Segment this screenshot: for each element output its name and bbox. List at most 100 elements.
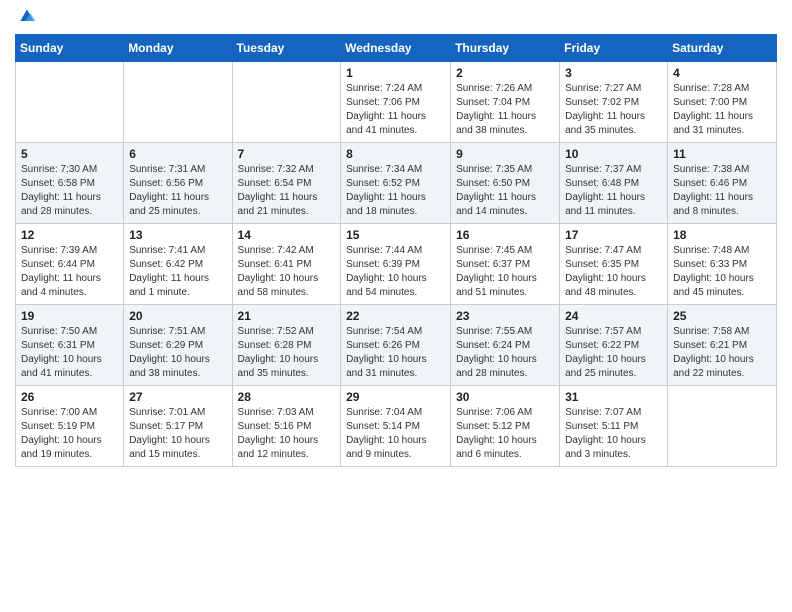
calendar-cell: 16Sunrise: 7:45 AM Sunset: 6:37 PM Dayli… [451, 224, 560, 305]
day-number: 18 [673, 228, 771, 242]
day-info: Sunrise: 7:52 AM Sunset: 6:28 PM Dayligh… [238, 325, 336, 381]
day-number: 14 [238, 228, 336, 242]
calendar-cell: 27 Sunrise: 7:01 AM Sunset: 5:17 PM Dayli… [124, 386, 232, 467]
calendar-cell: 19Sunrise: 7:50 AM Sunset: 6:31 PM Dayli… [16, 305, 124, 386]
day-number: 6 [129, 147, 226, 161]
day-info: Sunrise: 7:50 AM Sunset: 6:31 PM Dayligh… [21, 325, 118, 381]
day-number: 8 [346, 147, 445, 161]
calendar-cell: 2Sunrise: 7:26 AM Sunset: 7:04 PM Daylig… [451, 62, 560, 143]
calendar-cell: 17 Sunrise: 7:47 AM Sunset: 6:35 PM Dayli… [560, 224, 668, 305]
day-info: Sunrise: 7:55 AM Sunset: 6:24 PM Dayligh… [456, 325, 554, 381]
calendar-week-row: 19Sunrise: 7:50 AM Sunset: 6:31 PM Dayli… [16, 305, 777, 386]
day-info: Sunrise: 7:45 AM Sunset: 6:37 PM Dayligh… [456, 244, 554, 300]
calendar-cell: 1 Sunrise: 7:24 AM Sunset: 7:06 PM Daylig… [341, 62, 451, 143]
day-of-week-header: Thursday [451, 35, 560, 62]
calendar-cell: 21 Sunrise: 7:52 AM Sunset: 6:28 PM Dayli… [232, 305, 341, 386]
day-info: Sunrise: 7:28 AM Sunset: 7:00 PM Dayligh… [673, 82, 771, 138]
day-info: Sunrise: 7:39 AM Sunset: 6:44 PM Dayligh… [21, 244, 118, 300]
day-info: Sunrise: 7:54 AM Sunset: 6:26 PM Dayligh… [346, 325, 445, 381]
day-of-week-header: Friday [560, 35, 668, 62]
calendar-header-row: SundayMondayTuesdayWednesdayThursdayFrid… [16, 35, 777, 62]
calendar-cell: 20Sunrise: 7:51 AM Sunset: 6:29 PM Dayli… [124, 305, 232, 386]
day-number: 7 [238, 147, 336, 161]
calendar-cell: 31 Sunrise: 7:07 AM Sunset: 5:11 PM Dayli… [560, 386, 668, 467]
day-number: 4 [673, 66, 771, 80]
day-number: 23 [456, 309, 554, 323]
logo-icon [17, 6, 37, 26]
day-info: Sunrise: 7:41 AM Sunset: 6:42 PM Dayligh… [129, 244, 226, 300]
day-of-week-header: Wednesday [341, 35, 451, 62]
day-info: Sunrise: 7:00 AM Sunset: 5:19 PM Dayligh… [21, 406, 118, 462]
day-info: Sunrise: 7:47 AM Sunset: 6:35 PM Dayligh… [565, 244, 662, 300]
day-info: Sunrise: 7:31 AM Sunset: 6:56 PM Dayligh… [129, 163, 226, 219]
calendar-cell: 22 Sunrise: 7:54 AM Sunset: 6:26 PM Dayli… [341, 305, 451, 386]
day-info: Sunrise: 7:44 AM Sunset: 6:39 PM Dayligh… [346, 244, 445, 300]
calendar-cell: 30 Sunrise: 7:06 AM Sunset: 5:12 PM Dayli… [451, 386, 560, 467]
day-of-week-header: Saturday [668, 35, 777, 62]
calendar-cell: 12 Sunrise: 7:39 AM Sunset: 6:44 PM Dayli… [16, 224, 124, 305]
day-number: 26 [21, 390, 118, 404]
calendar-cell: 15 Sunrise: 7:44 AM Sunset: 6:39 PM Dayli… [341, 224, 451, 305]
day-number: 10 [565, 147, 662, 161]
calendar-cell: 24 Sunrise: 7:57 AM Sunset: 6:22 PM Dayli… [560, 305, 668, 386]
day-number: 1 [346, 66, 445, 80]
day-info: Sunrise: 7:37 AM Sunset: 6:48 PM Dayligh… [565, 163, 662, 219]
day-number: 25 [673, 309, 771, 323]
day-number: 17 [565, 228, 662, 242]
day-number: 29 [346, 390, 445, 404]
calendar-cell [124, 62, 232, 143]
calendar-week-row: 26 Sunrise: 7:00 AM Sunset: 5:19 PM Dayli… [16, 386, 777, 467]
day-number: 5 [21, 147, 118, 161]
day-number: 3 [565, 66, 662, 80]
calendar-cell: 7 Sunrise: 7:32 AM Sunset: 6:54 PM Daylig… [232, 143, 341, 224]
calendar-cell: 29 Sunrise: 7:04 AM Sunset: 5:14 PM Dayli… [341, 386, 451, 467]
calendar-cell: 25Sunrise: 7:58 AM Sunset: 6:21 PM Dayli… [668, 305, 777, 386]
day-info: Sunrise: 7:30 AM Sunset: 6:58 PM Dayligh… [21, 163, 118, 219]
day-info: Sunrise: 7:27 AM Sunset: 7:02 PM Dayligh… [565, 82, 662, 138]
day-number: 15 [346, 228, 445, 242]
calendar-week-row: 5 Sunrise: 7:30 AM Sunset: 6:58 PM Daylig… [16, 143, 777, 224]
day-of-week-header: Tuesday [232, 35, 341, 62]
calendar-cell: 23 Sunrise: 7:55 AM Sunset: 6:24 PM Dayli… [451, 305, 560, 386]
day-info: Sunrise: 7:35 AM Sunset: 6:50 PM Dayligh… [456, 163, 554, 219]
day-number: 28 [238, 390, 336, 404]
day-number: 27 [129, 390, 226, 404]
day-info: Sunrise: 7:26 AM Sunset: 7:04 PM Dayligh… [456, 82, 554, 138]
day-number: 21 [238, 309, 336, 323]
day-info: Sunrise: 7:34 AM Sunset: 6:52 PM Dayligh… [346, 163, 445, 219]
day-info: Sunrise: 7:48 AM Sunset: 6:33 PM Dayligh… [673, 244, 771, 300]
calendar-cell: 28Sunrise: 7:03 AM Sunset: 5:16 PM Dayli… [232, 386, 341, 467]
calendar-cell: 5 Sunrise: 7:30 AM Sunset: 6:58 PM Daylig… [16, 143, 124, 224]
calendar-cell [16, 62, 124, 143]
day-number: 11 [673, 147, 771, 161]
day-info: Sunrise: 7:01 AM Sunset: 5:17 PM Dayligh… [129, 406, 226, 462]
day-number: 31 [565, 390, 662, 404]
day-info: Sunrise: 7:38 AM Sunset: 6:46 PM Dayligh… [673, 163, 771, 219]
page-header [15, 10, 777, 26]
day-number: 9 [456, 147, 554, 161]
calendar-table: SundayMondayTuesdayWednesdayThursdayFrid… [15, 34, 777, 467]
day-info: Sunrise: 7:07 AM Sunset: 5:11 PM Dayligh… [565, 406, 662, 462]
day-number: 13 [129, 228, 226, 242]
calendar-week-row: 1 Sunrise: 7:24 AM Sunset: 7:06 PM Daylig… [16, 62, 777, 143]
day-info: Sunrise: 7:42 AM Sunset: 6:41 PM Dayligh… [238, 244, 336, 300]
calendar-cell: 11 Sunrise: 7:38 AM Sunset: 6:46 PM Dayli… [668, 143, 777, 224]
calendar-cell: 13 Sunrise: 7:41 AM Sunset: 6:42 PM Dayli… [124, 224, 232, 305]
day-number: 24 [565, 309, 662, 323]
day-info: Sunrise: 7:32 AM Sunset: 6:54 PM Dayligh… [238, 163, 336, 219]
calendar-cell: 26 Sunrise: 7:00 AM Sunset: 5:19 PM Dayli… [16, 386, 124, 467]
calendar-cell: 14 Sunrise: 7:42 AM Sunset: 6:41 PM Dayli… [232, 224, 341, 305]
day-info: Sunrise: 7:51 AM Sunset: 6:29 PM Dayligh… [129, 325, 226, 381]
day-info: Sunrise: 7:04 AM Sunset: 5:14 PM Dayligh… [346, 406, 445, 462]
calendar-cell: 18 Sunrise: 7:48 AM Sunset: 6:33 PM Dayli… [668, 224, 777, 305]
day-info: Sunrise: 7:06 AM Sunset: 5:12 PM Dayligh… [456, 406, 554, 462]
day-info: Sunrise: 7:57 AM Sunset: 6:22 PM Dayligh… [565, 325, 662, 381]
day-number: 30 [456, 390, 554, 404]
day-info: Sunrise: 7:24 AM Sunset: 7:06 PM Dayligh… [346, 82, 445, 138]
day-of-week-header: Sunday [16, 35, 124, 62]
calendar-cell [232, 62, 341, 143]
calendar-cell: 9 Sunrise: 7:35 AM Sunset: 6:50 PM Daylig… [451, 143, 560, 224]
calendar-week-row: 12 Sunrise: 7:39 AM Sunset: 6:44 PM Dayli… [16, 224, 777, 305]
day-number: 12 [21, 228, 118, 242]
day-number: 22 [346, 309, 445, 323]
